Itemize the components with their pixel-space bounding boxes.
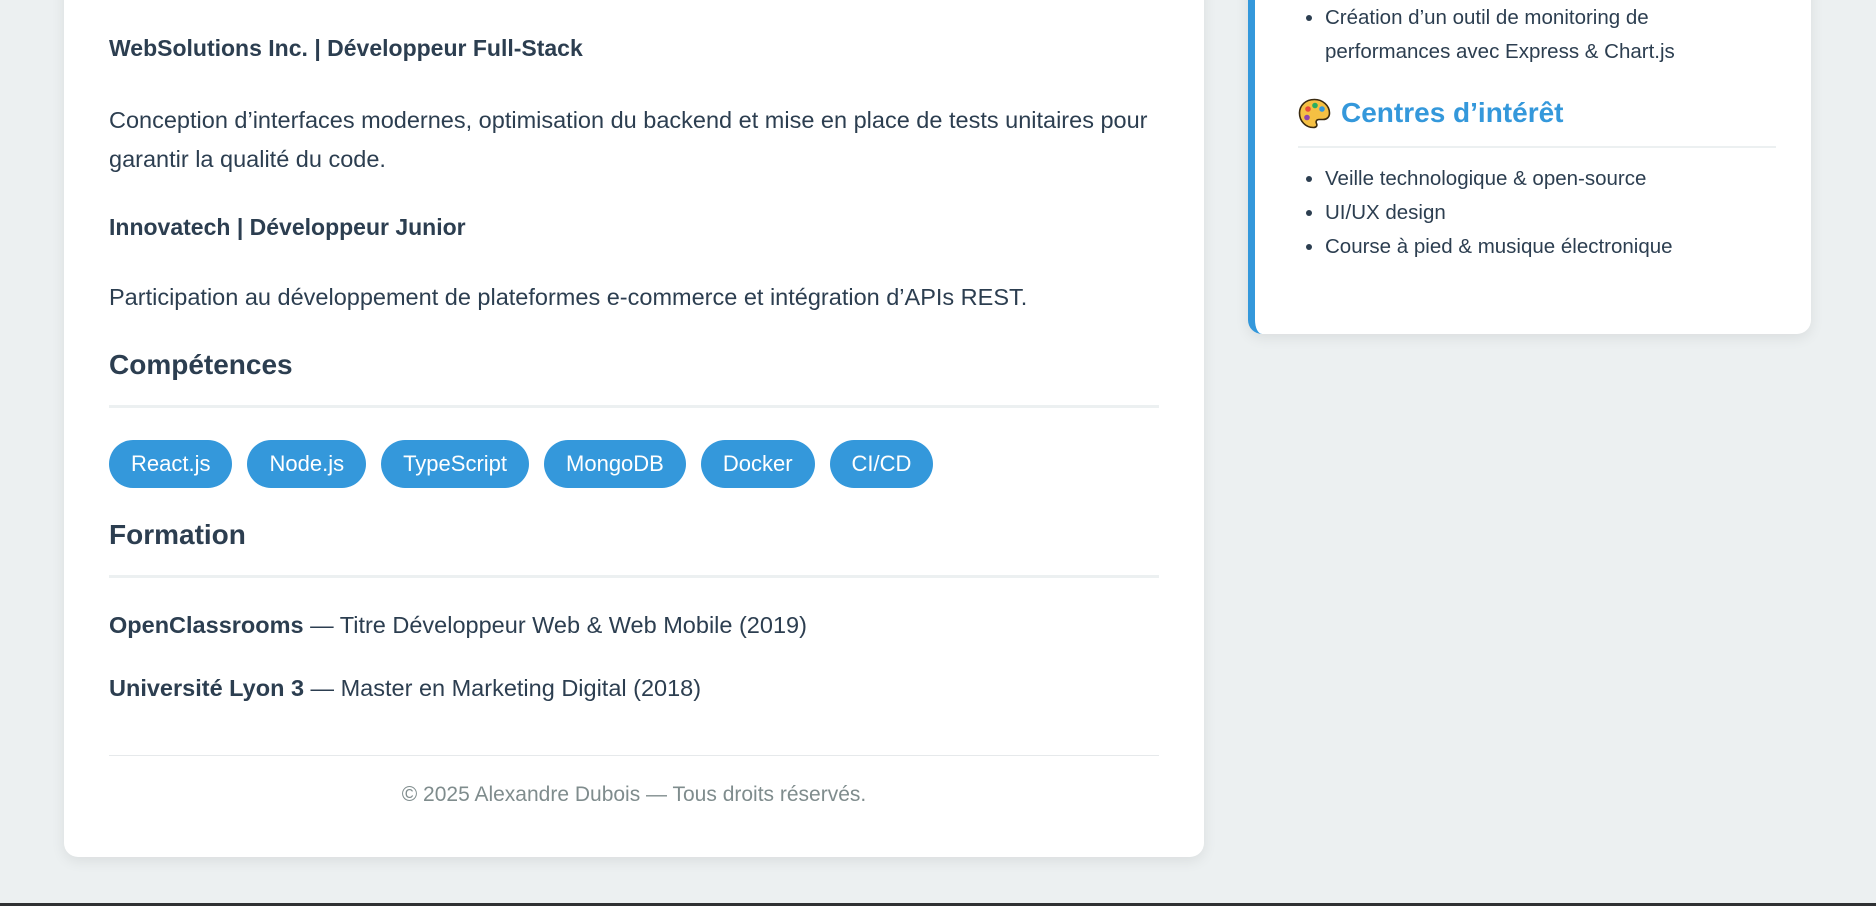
interests-list: Veille technologique & open-source UI/UX… <box>1295 162 1673 264</box>
page-viewport: WebSolutions Inc. | Développeur Full-Sta… <box>0 0 1876 903</box>
education-item-lyon3: Université Lyon 3 — Master en Marketing … <box>109 675 701 702</box>
education-dash: — <box>304 675 341 701</box>
education-item-openclassrooms: OpenClassrooms — Titre Développeur Web &… <box>109 612 807 639</box>
list-item: Course à pied & musique électronique <box>1325 230 1673 264</box>
projects-list: Création d’un outil de monitoring de per… <box>1295 1 1715 69</box>
job-title-websolutions: WebSolutions Inc. | Développeur Full-Sta… <box>109 35 583 62</box>
list-item: Création d’un outil de monitoring de per… <box>1325 1 1715 69</box>
cv-main-card: WebSolutions Inc. | Développeur Full-Sta… <box>64 0 1204 857</box>
skills-heading: Compétences <box>109 349 293 380</box>
job-company: Innovatech <box>109 214 231 240</box>
interests-heading-label: Centres d’intérêt <box>1341 97 1564 128</box>
cv-sidebar-card: Création d’un outil de monitoring de per… <box>1248 0 1811 334</box>
palette-icon <box>1298 98 1331 129</box>
education-detail: Master en Marketing Digital (2018) <box>340 675 702 701</box>
job-description-innovatech: Participation au développement de platef… <box>109 284 1028 310</box>
skill-tag-typescript: TypeScript <box>381 440 530 488</box>
skill-tag-cicd: CI/CD <box>829 440 934 488</box>
job-description-websolutions: Conception d’interfaces modernes, optimi… <box>109 107 1148 172</box>
job-separator: | <box>314 35 321 61</box>
education-heading: Formation <box>109 519 246 550</box>
skill-tag-react: React.js <box>109 440 233 488</box>
education-dash: — <box>303 612 340 638</box>
footer-copyright: © 2025 Alexandre Dubois — Tous droits ré… <box>401 783 867 806</box>
job-company: WebSolutions Inc. <box>109 35 308 61</box>
education-divider <box>109 575 1159 578</box>
skill-tag-node: Node.js <box>247 440 367 488</box>
interests-divider <box>1298 146 1776 148</box>
footer-divider <box>109 755 1159 756</box>
job-role: Développeur Junior <box>249 214 466 240</box>
list-item: Veille technologique & open-source <box>1325 162 1673 196</box>
education-school: OpenClassrooms <box>109 612 304 638</box>
education-detail: Titre Développeur Web & Web Mobile (2019… <box>339 612 807 638</box>
job-title-innovatech: Innovatech | Développeur Junior <box>109 214 466 241</box>
interests-heading: Centres d’intérêt <box>1298 97 1564 129</box>
job-role: Développeur Full-Stack <box>327 35 583 61</box>
skills-tag-list: React.js Node.js TypeScript MongoDB Dock… <box>109 440 934 488</box>
job-separator: | <box>236 214 244 240</box>
skill-tag-mongodb: MongoDB <box>544 440 686 488</box>
skills-divider <box>109 405 1159 408</box>
education-school: Université Lyon 3 <box>109 675 305 701</box>
skill-tag-docker: Docker <box>700 440 815 488</box>
list-item: UI/UX design <box>1325 196 1673 230</box>
